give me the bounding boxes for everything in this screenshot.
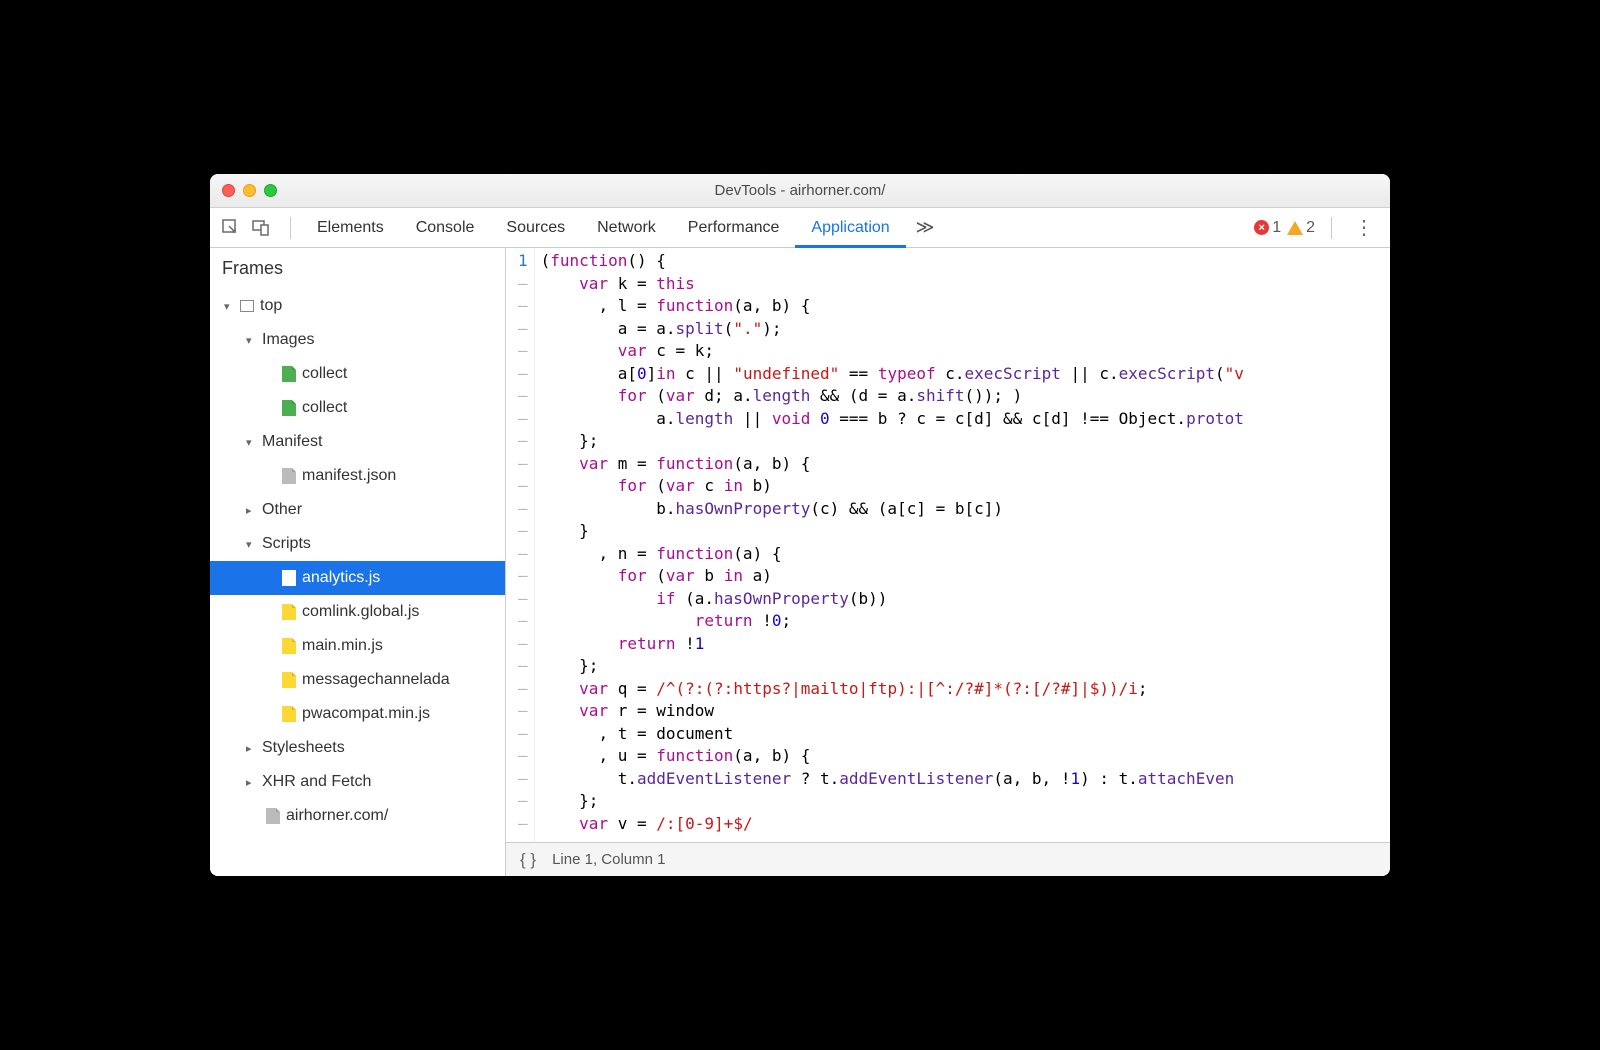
devtools-window: DevTools - airhorner.com/ ElementsConsol… [210, 174, 1390, 876]
content-area: Frames top Images collect collect Manife [210, 248, 1390, 876]
tree-label: Scripts [262, 535, 311, 553]
device-toggle-icon[interactable] [250, 217, 272, 239]
error-icon: × [1254, 220, 1269, 235]
main-toolbar: ElementsConsoleSourcesNetworkPerformance… [210, 208, 1390, 248]
tree-label: Images [262, 331, 314, 349]
section-header: Frames [210, 248, 505, 289]
separator [290, 217, 291, 239]
tree-label: top [260, 297, 282, 315]
error-count[interactable]: × 1 [1254, 219, 1281, 237]
warning-count-value: 2 [1306, 219, 1315, 237]
image-file-icon [282, 366, 296, 382]
tab-sources[interactable]: Sources [490, 208, 581, 247]
menu-icon[interactable]: ⋮ [1348, 215, 1380, 240]
window-title: DevTools - airhorner.com/ [210, 182, 1390, 199]
panel-tabs: ElementsConsoleSourcesNetworkPerformance… [301, 208, 906, 247]
zoom-icon[interactable] [264, 184, 277, 197]
tab-elements[interactable]: Elements [301, 208, 400, 247]
error-count-value: 1 [1272, 219, 1281, 237]
tree-file[interactable]: main.min.js [210, 629, 505, 663]
editor-pane: 1––––––––––––––––––––––––– (function() {… [506, 248, 1390, 876]
tab-console[interactable]: Console [400, 208, 491, 247]
tree-label: main.min.js [302, 637, 383, 655]
tab-application[interactable]: Application [795, 208, 905, 247]
script-file-icon [282, 570, 296, 586]
pretty-print-icon[interactable]: { } [520, 850, 536, 870]
code-lines: (function() { var k = this , l = functio… [535, 248, 1244, 842]
tree-images[interactable]: Images [210, 323, 505, 357]
tree-label: comlink.global.js [302, 603, 419, 621]
titlebar: DevTools - airhorner.com/ [210, 174, 1390, 208]
chevron-down-icon [246, 538, 258, 550]
tree-manifest[interactable]: Manifest [210, 425, 505, 459]
script-file-icon [282, 706, 296, 722]
close-icon[interactable] [222, 184, 235, 197]
tree-file[interactable]: airhorner.com/ [210, 799, 505, 833]
status-bar: { } Line 1, Column 1 [506, 842, 1390, 876]
tree-label: messagechannelada [302, 671, 450, 689]
tree-stylesheets[interactable]: Stylesheets [210, 731, 505, 765]
manifest-file-icon [282, 468, 296, 484]
script-file-icon [282, 604, 296, 620]
chevron-down-icon [246, 436, 258, 448]
tree-label: airhorner.com/ [286, 807, 388, 825]
tree-file-selected[interactable]: analytics.js [210, 561, 505, 595]
chevron-right-icon [246, 742, 258, 754]
tree-other[interactable]: Other [210, 493, 505, 527]
chevron-right-icon [246, 504, 258, 516]
tree-label: manifest.json [302, 467, 396, 485]
tree-label: pwacompat.min.js [302, 705, 430, 723]
tree-file[interactable]: comlink.global.js [210, 595, 505, 629]
document-file-icon [266, 808, 280, 824]
inspect-icon[interactable] [220, 217, 242, 239]
script-file-icon [282, 672, 296, 688]
chevron-down-icon [224, 300, 236, 312]
warning-icon [1287, 221, 1303, 235]
tree-label: analytics.js [302, 569, 380, 587]
tree-file[interactable]: collect [210, 391, 505, 425]
tree-top[interactable]: top [210, 289, 505, 323]
tree-label: Other [262, 501, 302, 519]
tree-file[interactable]: collect [210, 357, 505, 391]
tab-network[interactable]: Network [581, 208, 672, 247]
script-file-icon [282, 638, 296, 654]
tab-performance[interactable]: Performance [672, 208, 796, 247]
frames-sidebar: Frames top Images collect collect Manife [210, 248, 506, 876]
tree-label: XHR and Fetch [262, 773, 371, 791]
chevron-right-icon [246, 776, 258, 788]
tree-label: Stylesheets [262, 739, 345, 757]
warning-count[interactable]: 2 [1287, 219, 1315, 237]
tree-label: collect [302, 365, 347, 383]
frame-icon [240, 300, 254, 312]
tree-file[interactable]: manifest.json [210, 459, 505, 493]
tree-file[interactable]: messagechannelada [210, 663, 505, 697]
tree-label: collect [302, 399, 347, 417]
separator [1331, 217, 1332, 239]
minimize-icon[interactable] [243, 184, 256, 197]
tree-label: Manifest [262, 433, 322, 451]
line-gutter: 1––––––––––––––––––––––––– [506, 248, 535, 842]
overflow-icon[interactable]: ≫ [916, 217, 935, 238]
image-file-icon [282, 400, 296, 416]
chevron-down-icon [246, 334, 258, 346]
traffic-lights [222, 184, 277, 197]
tree-file[interactable]: pwacompat.min.js [210, 697, 505, 731]
tree-scripts[interactable]: Scripts [210, 527, 505, 561]
tree-xhr[interactable]: XHR and Fetch [210, 765, 505, 799]
cursor-position: Line 1, Column 1 [552, 851, 665, 868]
code-editor[interactable]: 1––––––––––––––––––––––––– (function() {… [506, 248, 1390, 842]
